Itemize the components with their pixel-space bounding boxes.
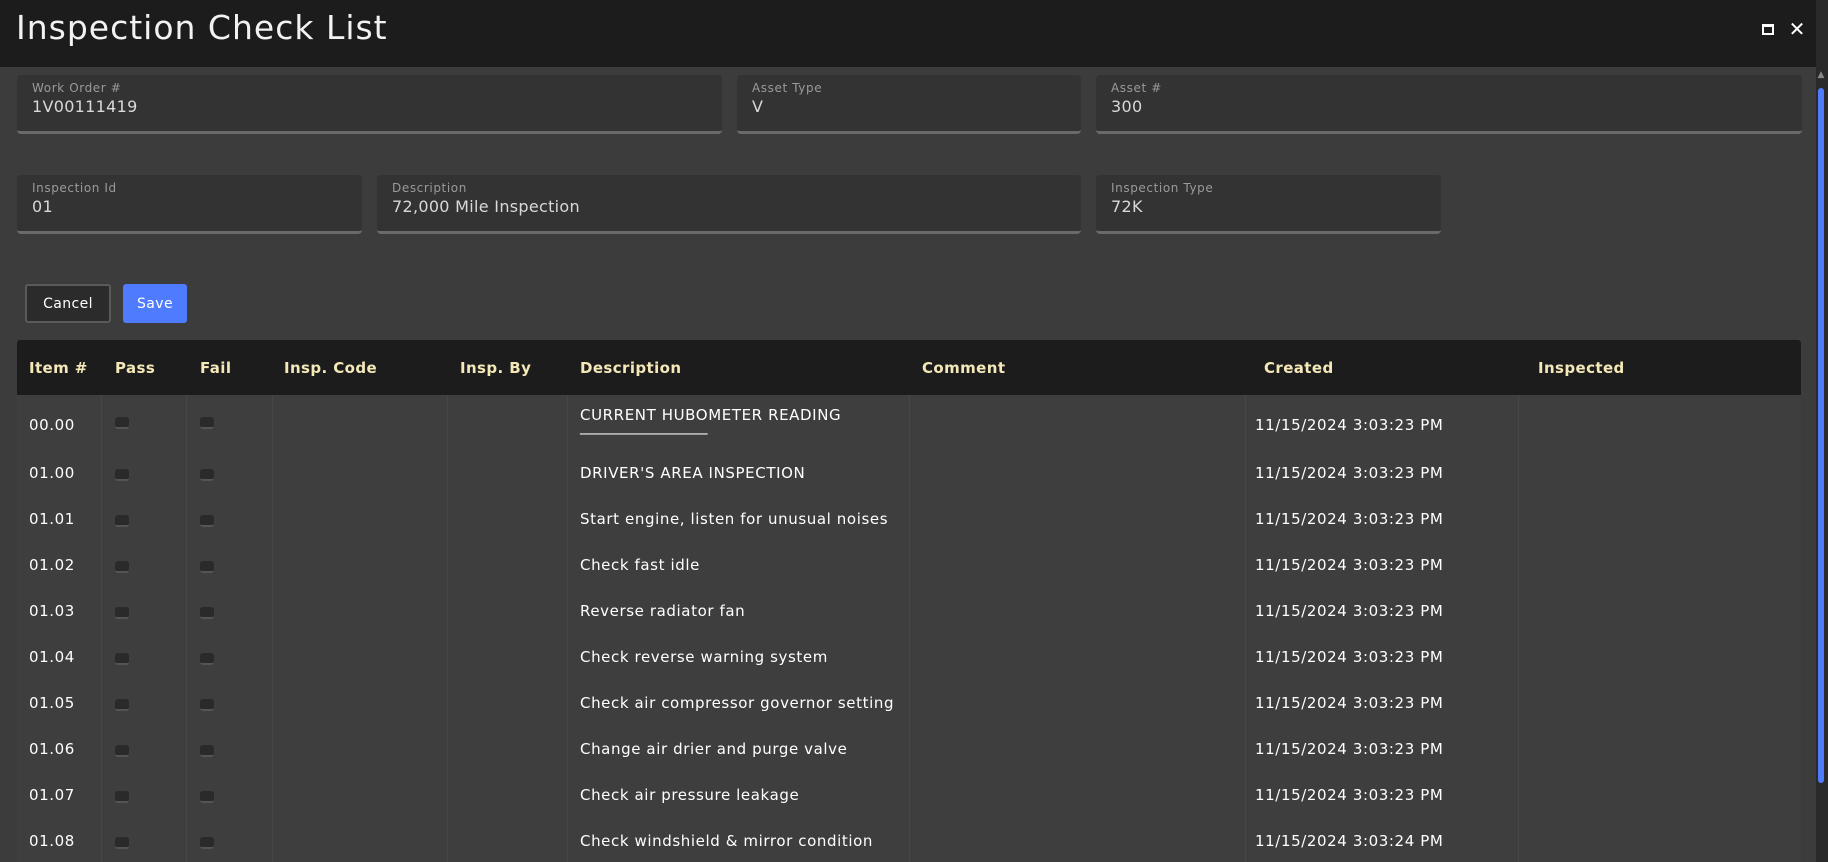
- item-number: 01.01: [29, 510, 75, 528]
- created-timestamp: 11/15/2024 3:03:23 PM: [1255, 416, 1444, 434]
- inspection-type-field[interactable]: Inspection Type 72K: [1096, 175, 1441, 234]
- fail-checkbox[interactable]: [200, 607, 214, 619]
- inspection-type-label: Inspection Type: [1111, 181, 1214, 195]
- pass-checkbox[interactable]: [115, 745, 129, 757]
- column-header-insp-by[interactable]: Insp. By: [460, 359, 531, 377]
- item-description: Start engine, listen for unusual noises: [580, 510, 889, 528]
- work-order-field[interactable]: Work Order # 1V00111419: [17, 75, 722, 134]
- created-timestamp: 11/15/2024 3:03:24 PM: [1255, 832, 1444, 850]
- work-order-value: 1V00111419: [32, 97, 138, 116]
- fail-checkbox[interactable]: [200, 699, 214, 711]
- asset-type-label: Asset Type: [752, 81, 823, 95]
- asset-number-label: Asset #: [1111, 81, 1162, 95]
- column-header-created[interactable]: Created: [1264, 359, 1334, 377]
- pass-checkbox[interactable]: [115, 653, 129, 665]
- created-timestamp: 11/15/2024 3:03:23 PM: [1255, 602, 1444, 620]
- title-bar: Inspection Check List ✕: [0, 0, 1828, 67]
- save-button[interactable]: Save: [123, 284, 187, 323]
- column-header-insp-code[interactable]: Insp. Code: [284, 359, 377, 377]
- item-description: Reverse radiator fan: [580, 602, 746, 620]
- table-row[interactable]: 01.06 Change air drier and purge valve 11/…: [17, 728, 1801, 774]
- window-title: Inspection Check List: [16, 8, 388, 47]
- asset-type-value: V: [752, 97, 764, 116]
- pass-checkbox[interactable]: [115, 515, 129, 527]
- grid-body: 00.00 CURRENT HUBOMETER READING __________…: [17, 395, 1801, 862]
- item-description-line2: _________________: [580, 417, 708, 435]
- inspection-grid: Item # Pass Fail Insp. Code Insp. By Des…: [17, 340, 1801, 862]
- created-timestamp: 11/15/2024 3:03:23 PM: [1255, 464, 1444, 482]
- fail-checkbox[interactable]: [200, 791, 214, 803]
- table-row[interactable]: 01.04 Check reverse warning system 11/15/2…: [17, 636, 1801, 682]
- description-field[interactable]: Description 72,000 Mile Inspection: [377, 175, 1081, 234]
- item-description: Check air pressure leakage: [580, 786, 800, 804]
- pass-checkbox[interactable]: [115, 561, 129, 573]
- pass-checkbox[interactable]: [115, 791, 129, 803]
- created-timestamp: 11/15/2024 3:03:23 PM: [1255, 556, 1444, 574]
- inspection-id-label: Inspection Id: [32, 181, 117, 195]
- item-description: Check air compressor governor setting: [580, 694, 895, 712]
- column-header-item[interactable]: Item #: [29, 359, 88, 377]
- created-timestamp: 11/15/2024 3:03:23 PM: [1255, 510, 1444, 528]
- fail-checkbox[interactable]: [200, 515, 214, 527]
- item-description: Check reverse warning system: [580, 648, 828, 666]
- table-row[interactable]: 01.08 Check windshield & mirror condition…: [17, 820, 1801, 862]
- pass-checkbox[interactable]: [115, 837, 129, 849]
- pass-checkbox[interactable]: [115, 699, 129, 711]
- fail-checkbox[interactable]: [200, 469, 214, 481]
- item-number: 01.03: [29, 602, 75, 620]
- item-description: Check fast idle: [580, 556, 700, 574]
- fail-checkbox[interactable]: [200, 745, 214, 757]
- grid-header: Item # Pass Fail Insp. Code Insp. By Des…: [17, 340, 1801, 395]
- column-header-description[interactable]: Description: [580, 359, 681, 377]
- inspection-id-field[interactable]: Inspection Id 01: [17, 175, 362, 234]
- column-header-inspected[interactable]: Inspected: [1538, 359, 1625, 377]
- close-icon[interactable]: ✕: [1786, 17, 1808, 41]
- scrollbar-thumb[interactable]: [1818, 88, 1824, 783]
- asset-number-field[interactable]: Asset # 300: [1096, 75, 1802, 134]
- scroll-up-icon[interactable]: ▲: [1816, 70, 1826, 80]
- table-row[interactable]: 01.05 Check air compressor governor setti…: [17, 682, 1801, 728]
- fail-checkbox[interactable]: [200, 653, 214, 665]
- cancel-button[interactable]: Cancel: [25, 284, 111, 323]
- item-number: 01.06: [29, 740, 75, 758]
- item-number: 01.02: [29, 556, 75, 574]
- inspection-id-value: 01: [32, 197, 53, 216]
- table-row[interactable]: 01.02 Check fast idle 11/15/2024 3:03:23 P…: [17, 544, 1801, 590]
- table-row[interactable]: 01.07 Check air pressure leakage 11/15/202…: [17, 774, 1801, 820]
- item-description: Check windshield & mirror condition: [580, 832, 873, 850]
- pass-checkbox[interactable]: [115, 607, 129, 619]
- column-header-pass[interactable]: Pass: [115, 359, 155, 377]
- created-timestamp: 11/15/2024 3:03:23 PM: [1255, 648, 1444, 666]
- table-row[interactable]: 01.01 Start engine, listen for unusual no…: [17, 498, 1801, 544]
- work-order-label: Work Order #: [32, 81, 122, 95]
- fail-checkbox[interactable]: [200, 417, 214, 429]
- column-header-fail[interactable]: Fail: [200, 359, 231, 377]
- item-number: 01.07: [29, 786, 75, 804]
- item-number: 01.04: [29, 648, 75, 666]
- item-number: 00.00: [29, 416, 75, 434]
- description-value: 72,000 Mile Inspection: [392, 197, 580, 216]
- table-row[interactable]: 00.00 CURRENT HUBOMETER READING __________…: [17, 395, 1801, 441]
- pass-checkbox[interactable]: [115, 469, 129, 481]
- fail-checkbox[interactable]: [200, 837, 214, 849]
- item-description: DRIVER'S AREA INSPECTION: [580, 464, 806, 482]
- maximize-icon[interactable]: [1757, 18, 1779, 40]
- created-timestamp: 11/15/2024 3:03:23 PM: [1255, 694, 1444, 712]
- table-row[interactable]: 01.00 DRIVER'S AREA INSPECTION 11/15/2024 …: [17, 452, 1801, 498]
- item-number: 01.05: [29, 694, 75, 712]
- item-number: 01.08: [29, 832, 75, 850]
- item-description: Change air drier and purge valve: [580, 740, 848, 758]
- fail-checkbox[interactable]: [200, 561, 214, 573]
- inspection-type-value: 72K: [1111, 197, 1143, 216]
- description-label: Description: [392, 181, 467, 195]
- asset-type-field[interactable]: Asset Type V: [737, 75, 1081, 134]
- item-number: 01.00: [29, 464, 75, 482]
- created-timestamp: 11/15/2024 3:03:23 PM: [1255, 740, 1444, 758]
- created-timestamp: 11/15/2024 3:03:23 PM: [1255, 786, 1444, 804]
- pass-checkbox[interactable]: [115, 417, 129, 429]
- column-header-comment[interactable]: Comment: [922, 359, 1005, 377]
- table-row[interactable]: 01.03 Reverse radiator fan 11/15/2024 3:03…: [17, 590, 1801, 636]
- asset-number-value: 300: [1111, 97, 1143, 116]
